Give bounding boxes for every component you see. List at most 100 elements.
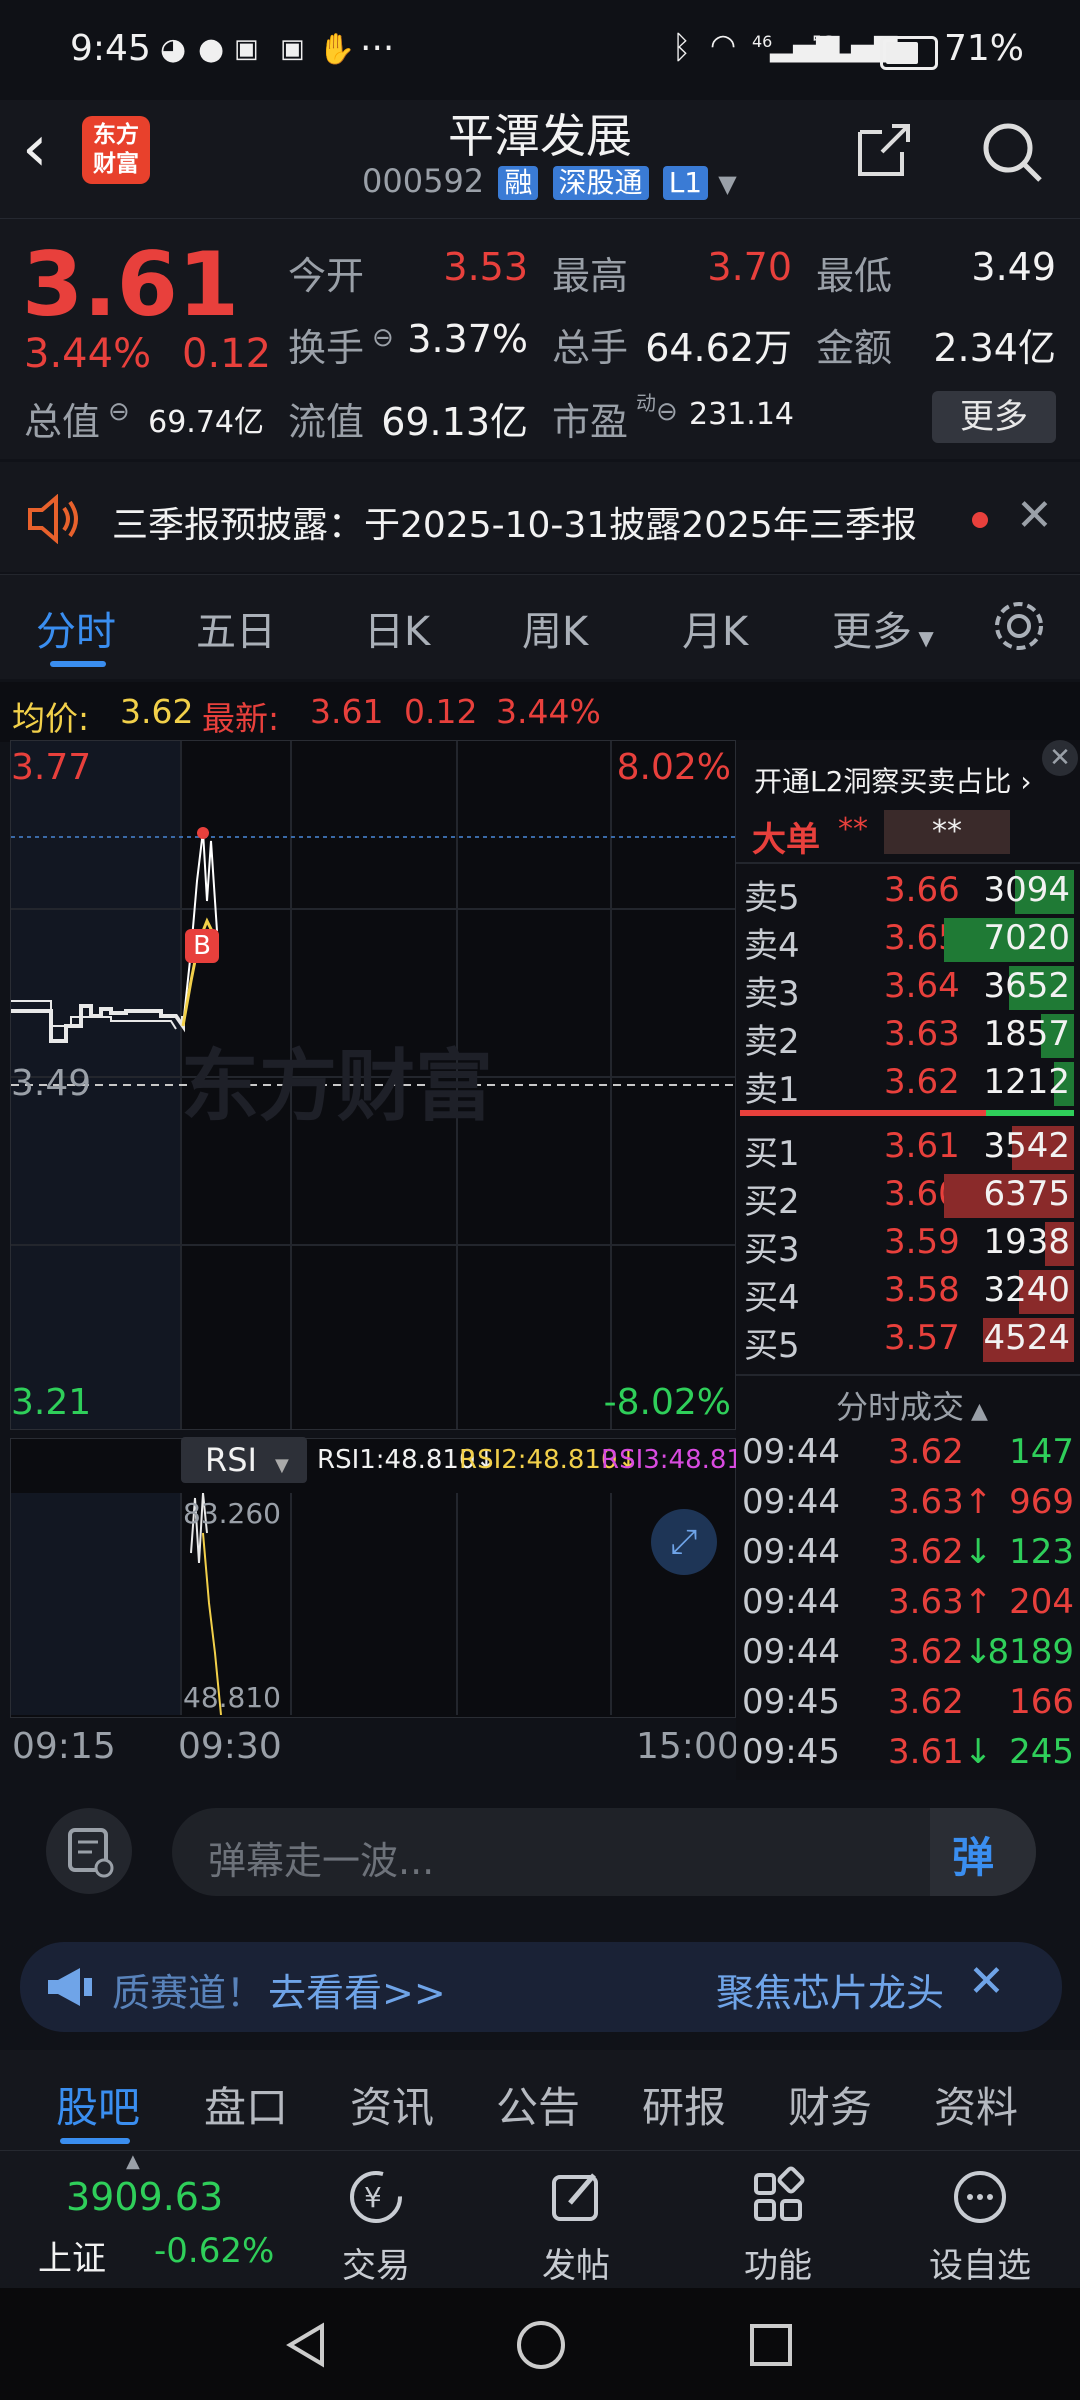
tab-daily-k[interactable]: 日K [364,599,430,657]
caret-down-icon: ▼ [274,1455,289,1476]
level-name: 卖1 [744,1070,800,1110]
amount-label: 金额 [816,326,893,370]
trades-title[interactable]: 分时成交 ▲ [836,1382,988,1428]
nav-add-watchlist[interactable]: 设自选 [910,2165,1050,2287]
promo-banner[interactable]: 质赛道！ 去看看>> 聚焦芯片龙头 ✕ [20,1942,1062,2032]
level-volume: 1212 [983,1062,1070,1102]
latest-percent: 3.44% [496,692,601,731]
danmaku-placeholder: 弹幕走一波... [208,1839,435,1883]
order-book-row[interactable]: 卖5 3.66 3094 [744,870,1074,918]
avg-value: 3.62 [120,692,194,731]
rsi-selector[interactable]: RSI ▼ [181,1437,307,1483]
order-book-row[interactable]: 买1 3.61 3542 [744,1126,1074,1174]
connect-tag: 深股通 [552,166,649,200]
tab-announcements[interactable]: 公告 [496,2074,580,2135]
mcap-info-icon[interactable]: ⊖ [108,397,130,427]
level-name: 买2 [744,1182,800,1222]
trade-volume: 147 [1009,1432,1074,1472]
l2-promo[interactable]: 开通L2洞察买卖占比 › [754,760,1032,800]
level-volume: 1857 [983,1014,1070,1054]
turnover-value: 3.37% [407,317,528,361]
level-volume: 7020 [983,918,1070,958]
tab-guba[interactable]: 股吧 [56,2074,140,2135]
order-book-row[interactable]: 买2 3.60 6375 [744,1174,1074,1222]
tab-news[interactable]: 资讯 [350,2074,434,2135]
close-promo-icon[interactable]: ✕ [1042,740,1078,776]
tab-monthly-k[interactable]: 月K [682,599,748,657]
order-book-row[interactable]: 买5 3.57 4524 [744,1318,1074,1366]
nav-trade[interactable]: ¥ 交易 [306,2165,446,2287]
mcap-value: 69.74亿 [148,405,264,440]
order-book-row[interactable]: 买3 3.59 1938 [744,1222,1074,1270]
order-book: 开通L2洞察买卖占比 › ✕ 大单 ** ** 卖5 3.66 3094 卖4 3.65… [736,740,1080,1780]
order-book-row[interactable]: 卖3 3.64 3652 [744,966,1074,1014]
trade-row: 09:44 3.62 147 [742,1432,1076,1480]
more-circle-icon [954,2171,1006,2223]
active-tab-indicator [50,661,106,667]
order-book-row[interactable]: 卖4 3.65 7020 [744,918,1074,966]
price-chart-svg: 东方财富 [11,741,735,1429]
order-book-row[interactable]: 卖1 3.62 1212 [744,1062,1074,1110]
amount-value: 2.34亿 [933,326,1056,370]
level-name: 买3 [744,1230,800,1270]
trade-row: 09:45 3.61 ↓ 245 [742,1732,1076,1780]
nav-post[interactable]: 发帖 [506,2165,646,2287]
nav-functions[interactable]: 功能 [708,2165,848,2287]
level-volume: 3542 [983,1126,1070,1166]
battery-icon [880,36,938,70]
share-icon[interactable] [852,118,916,182]
settings-gear-icon[interactable] [990,597,1048,655]
home-nav-icon[interactable] [514,2318,568,2372]
rsi-chart-svg [11,1493,612,1715]
tab-finance[interactable]: 财务 [788,2074,872,2135]
close-banner-icon[interactable]: ✕ [968,1956,1005,2007]
back-nav-icon[interactable] [282,2320,332,2370]
quote-panel: 3.61 3.44% 0.12 今开 3.53 最高 3.70 最低 3.49 … [0,218,1080,459]
trade-icon: ¥ [350,2171,402,2223]
info-icon[interactable]: ⊖ [372,323,394,353]
level-volume: 6375 [983,1174,1070,1214]
level-name: 买1 [744,1134,800,1174]
danmaku-input[interactable]: 弹幕走一波... 弹 [172,1808,1036,1896]
trade-price: 3.62 [888,1432,964,1472]
big-order-buy: ** [838,812,868,847]
note-icon[interactable] [46,1808,132,1894]
latest-change: 0.12 [404,692,478,731]
tab-profile[interactable]: 资料 [934,2074,1018,2135]
recents-nav-icon[interactable] [746,2320,796,2370]
banner-link[interactable]: 去看看>> [268,1962,446,2017]
expand-icon[interactable]: ⤢ [651,1509,717,1575]
tab-five-day[interactable]: 五日 [196,599,276,657]
trade-volume: 8189 [987,1632,1074,1672]
chart-tabs: 分时 五日 日K 周K 月K 更多 ▼ [0,574,1080,679]
alipay-icon: ▣ [280,34,305,64]
trade-time: 09:45 [742,1732,840,1772]
order-book-row[interactable]: 买4 3.58 3240 [744,1270,1074,1318]
tab-more[interactable]: 更多 ▼ [832,599,934,657]
level-tag: L1 [662,166,709,200]
tab-weekly-k[interactable]: 周K [522,599,588,657]
order-book-row[interactable]: 卖2 3.63 1857 [744,1014,1074,1062]
intraday-chart[interactable]: 东方财富 3.77 8.02% 3.49 3.21 -8.02% B [10,740,736,1430]
notice-bar[interactable]: 三季报预披露：于2025-10-31披露2025年三季报 ✕ [0,462,1080,572]
trade-price: 3.63 [888,1482,964,1522]
trade-price: 3.63 [888,1582,964,1622]
buy-marker[interactable]: B [185,929,219,963]
tab-intraday[interactable]: 分时 [36,599,116,657]
level-volume: 4524 [983,1318,1070,1358]
trade-volume: 123 [1009,1532,1074,1572]
search-icon[interactable] [978,118,1046,186]
send-danmaku-button[interactable]: 弹 [930,1808,1036,1896]
tab-pankou[interactable]: 盘口 [204,2074,288,2135]
pe-label: 市盈 [552,400,629,444]
rsi-bottom-label: 48.810 [183,1681,281,1714]
level-name: 买4 [744,1278,800,1318]
index-value[interactable]: 3909.63 [66,2175,223,2219]
stock-header: ‹ 东方 财富 平潭发展 000592 融 深股通 L1 ▼ [0,100,1080,218]
stock-code-row[interactable]: 000592 融 深股通 L1 ▼ [362,162,737,200]
level-volume: 1938 [983,1222,1070,1262]
close-icon[interactable]: ✕ [1016,490,1053,541]
more-button[interactable]: 更多 [932,391,1056,443]
tab-research[interactable]: 研报 [642,2074,726,2135]
pe-info-icon[interactable]: ⊖ [656,397,678,427]
